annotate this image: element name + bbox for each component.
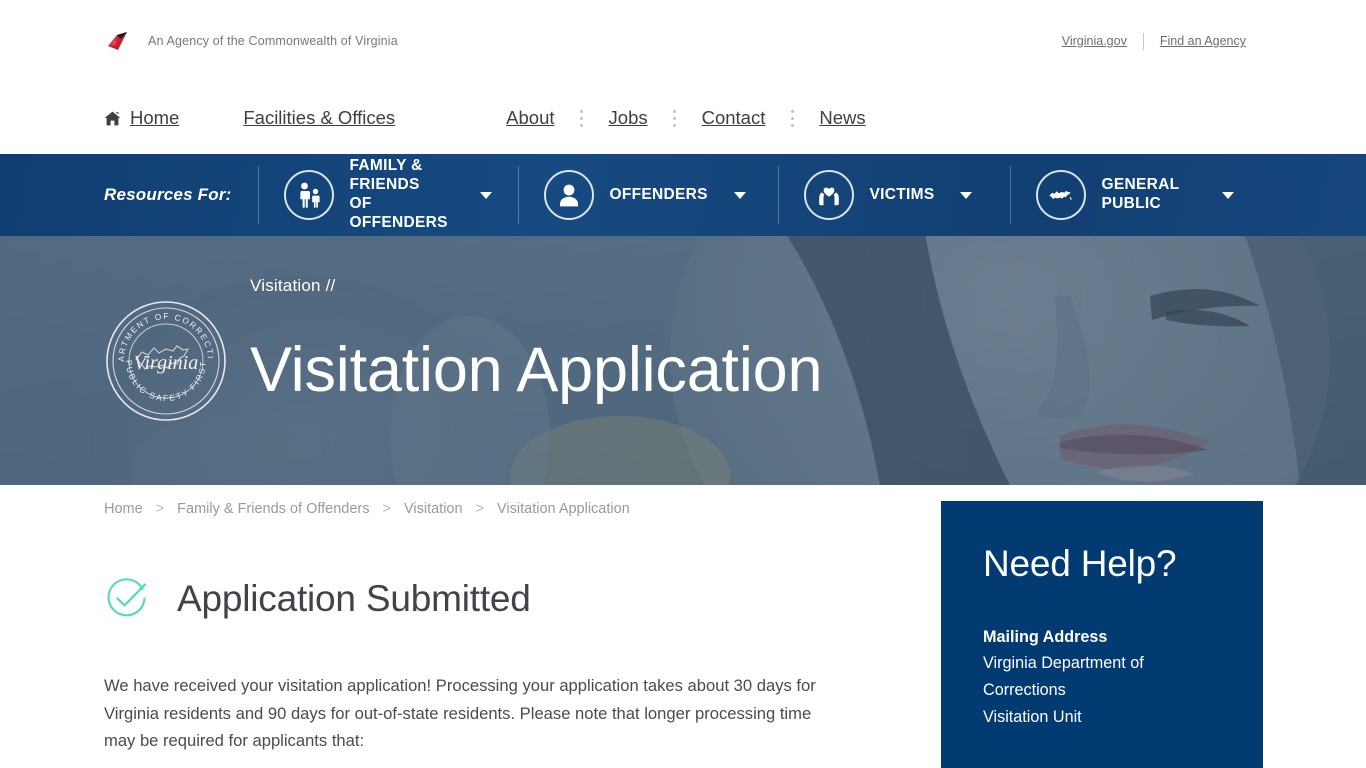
breadcrumb-item-home[interactable]: Home (104, 501, 143, 517)
address-line: Corrections (983, 681, 1066, 700)
nav-item-facilities-offices-label: Facilities & Offices (243, 107, 396, 128)
nav-item-home-label: Home (130, 107, 180, 128)
nav-item-home[interactable]: Home (104, 107, 179, 129)
nav-item-jobs-label: Jobs (608, 107, 648, 128)
vadoc-seal-icon: DEPARTMENT OF CORRECTIONS PUBLIC SAFETY … (100, 291, 228, 423)
virginia-gov-link[interactable]: Virginia.gov (1046, 34, 1143, 48)
nav-secondary-group: About Jobs Contact News (494, 107, 877, 129)
chevron-down-icon[interactable] (960, 191, 973, 199)
resources-item-family-friends[interactable]: FAMILY & FRIENDS OF OFFENDERS (257, 154, 518, 236)
address-line: Virginia Department of (983, 654, 1144, 673)
page-title: Visitation Application (250, 335, 823, 406)
page-root: An Agency of the Commonwealth of Virgini… (0, 0, 1366, 768)
find-an-agency-link[interactable]: Find an Agency (1144, 34, 1262, 48)
address-line: Visitation Unit (983, 708, 1082, 727)
nav-primary-group: Home Facilities & Offices (104, 107, 395, 129)
resources-bar: Resources For: FAMILY & FRIENDS OF OFFEN… (0, 154, 1366, 236)
resources-item-general-public-label: GENERAL PUBLIC (1101, 176, 1180, 212)
need-help-panel: Need Help? Mailing Address Virginia Depa… (941, 501, 1263, 768)
utility-links: Virginia.gov Find an Agency (1046, 32, 1262, 50)
chevron-down-icon[interactable] (479, 191, 492, 199)
resources-item-victims[interactable]: VICTIMS (777, 154, 1010, 236)
nav-item-about[interactable]: About (506, 107, 554, 129)
resources-item-general-public[interactable]: GENERAL PUBLIC (1009, 154, 1260, 236)
nav-dot-divider (660, 109, 690, 127)
need-help-title: Need Help? (983, 543, 1177, 584)
nav-item-contact-label: Contact (701, 107, 766, 128)
chevron-down-icon[interactable] (733, 191, 746, 199)
svg-text:Virginia: Virginia (134, 352, 198, 374)
hero-kicker: Visitation // (250, 276, 336, 296)
utility-bar: An Agency of the Commonwealth of Virgini… (0, 0, 1366, 82)
chevron-down-icon[interactable] (1221, 191, 1234, 199)
resources-item-victims-label: VICTIMS (869, 185, 935, 203)
check-circle-icon (104, 576, 149, 621)
heart-in-hands-icon (803, 170, 854, 220)
nav-item-contact[interactable]: Contact (702, 107, 766, 129)
status-paragraph: We have received your visitation applica… (104, 676, 816, 750)
breadcrumb: Home > Family & Friends of Offenders > V… (104, 501, 630, 517)
nav-dot-divider (777, 109, 807, 127)
nav-item-news[interactable]: News (819, 107, 865, 129)
home-icon (104, 111, 121, 126)
virginia-flag-logo-icon (104, 26, 134, 56)
resources-item-offenders[interactable]: OFFENDERS (517, 154, 778, 236)
family-icon (283, 170, 334, 220)
person-icon (543, 170, 594, 220)
nav-dot-divider (567, 109, 597, 127)
mailing-address-lines: Virginia Department of Corrections Visit… (983, 650, 1223, 731)
breadcrumb-item-visitation-application[interactable]: Visitation Application (497, 501, 630, 517)
breadcrumb-item-family-friends[interactable]: Family & Friends of Offenders (177, 501, 369, 517)
nav-item-news-label: News (819, 107, 866, 128)
nav-item-about-label: About (506, 107, 555, 128)
hero-banner: DEPARTMENT OF CORRECTIONS PUBLIC SAFETY … (0, 236, 1366, 485)
status-heading: Application Submitted (177, 577, 531, 619)
breadcrumb-separator: > (382, 501, 391, 517)
breadcrumb-separator: > (155, 501, 165, 517)
resources-item-offenders-label: OFFENDERS (609, 185, 708, 203)
virginia-state-icon (1035, 170, 1086, 220)
resources-label: Resources For: (104, 185, 232, 204)
breadcrumb-item-visitation[interactable]: Visitation (404, 501, 463, 517)
mailing-address-label: Mailing Address (983, 628, 1108, 646)
nav-item-facilities-offices[interactable]: Facilities & Offices (243, 107, 395, 129)
main-column: Application Submitted We have received y… (104, 547, 864, 768)
agency-tagline: An Agency of the Commonwealth of Virgini… (148, 34, 398, 48)
resources-item-family-friends-label: FAMILY & FRIENDS OF OFFENDERS (349, 157, 448, 231)
agency-brand: An Agency of the Commonwealth of Virgini… (104, 26, 398, 56)
main-navigation: Home Facilities & Offices About Jobs Con… (0, 82, 1366, 224)
breadcrumb-separator: > (475, 501, 485, 517)
nav-item-jobs[interactable]: Jobs (609, 107, 648, 129)
